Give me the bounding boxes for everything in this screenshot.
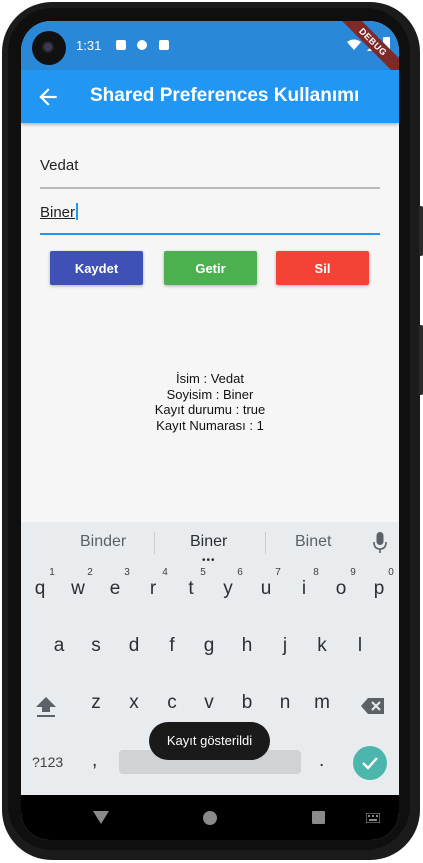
more-suggestions-icon[interactable]: ••• — [202, 555, 216, 566]
enter-key[interactable] — [353, 746, 387, 780]
notification-icon — [137, 40, 147, 50]
shift-icon[interactable] — [34, 694, 58, 718]
home-nav-icon[interactable] — [203, 811, 217, 825]
last-name-value: Biner — [40, 203, 79, 221]
key-hint: 1 — [49, 567, 55, 578]
key-hint: 4 — [162, 567, 168, 578]
key-i[interactable]: i — [290, 578, 318, 600]
first-name-value: Vedat — [40, 157, 79, 174]
key-hint: 8 — [313, 567, 319, 578]
info-record-status: Kayıt durumu : true — [154, 402, 266, 417]
key-k[interactable]: k — [308, 635, 336, 657]
key-a[interactable]: a — [45, 635, 73, 657]
toast-message: Kayıt gösterildi — [149, 722, 270, 760]
key-b[interactable]: b — [233, 692, 261, 714]
key-c[interactable]: c — [158, 692, 186, 714]
status-time: 1:31 — [76, 38, 102, 53]
symbols-key[interactable]: ?123 — [32, 754, 63, 770]
key-t[interactable]: t — [177, 578, 205, 600]
save-button[interactable]: Kaydet — [50, 251, 143, 285]
notification-icon — [116, 40, 126, 50]
key-hint: 7 — [275, 567, 281, 578]
volume-button — [419, 206, 423, 256]
sd-card-icon — [159, 40, 169, 50]
key-e[interactable]: e — [101, 578, 129, 600]
info-surname: Soyisim : Biner — [166, 386, 254, 402]
page-title: Shared Preferences Kullanımı — [90, 85, 360, 106]
key-d[interactable]: d — [120, 635, 148, 657]
key-g[interactable]: g — [195, 635, 223, 657]
power-button — [419, 325, 423, 395]
key-hint: 9 — [350, 567, 356, 578]
key-z[interactable]: z — [82, 692, 110, 714]
key-hint: 6 — [237, 567, 243, 578]
suggestion-item[interactable]: Binder — [80, 533, 126, 551]
key-p[interactable]: p — [365, 578, 393, 600]
key-m[interactable]: m — [308, 692, 336, 714]
back-nav-icon[interactable] — [93, 811, 109, 824]
text-cursor — [76, 203, 79, 220]
key-r[interactable]: r — [139, 578, 167, 600]
key-h[interactable]: h — [233, 635, 261, 657]
info-record-number: Kayıt Numarası : 1 — [156, 417, 264, 433]
key-f[interactable]: f — [158, 635, 186, 657]
last-name-field[interactable]: Biner — [40, 203, 380, 231]
comma-key[interactable]: , — [92, 750, 97, 772]
first-name-field[interactable]: Vedat — [40, 157, 380, 185]
suggestion-item[interactable]: Biner — [190, 533, 227, 551]
wifi-icon — [347, 39, 361, 50]
key-s[interactable]: s — [82, 635, 110, 657]
checkmark-icon — [362, 757, 378, 770]
key-v[interactable]: v — [195, 692, 223, 714]
system-navigation-bar — [21, 795, 399, 840]
key-l[interactable]: l — [346, 635, 374, 657]
suggestion-divider — [154, 532, 155, 554]
key-y[interactable]: y — [214, 578, 242, 600]
key-w[interactable]: w — [64, 578, 92, 600]
key-hint: 3 — [124, 567, 130, 578]
recents-nav-icon[interactable] — [312, 811, 325, 824]
period-key[interactable]: . — [319, 750, 324, 772]
key-q[interactable]: q — [26, 578, 54, 600]
app-bar: Shared Preferences Kullanımı — [21, 70, 399, 123]
key-hint: 5 — [200, 567, 206, 578]
keyboard-switch-icon[interactable] — [366, 813, 380, 823]
backspace-icon[interactable] — [361, 697, 385, 715]
key-u[interactable]: u — [252, 578, 280, 600]
info-name: İsim : Vedat — [176, 371, 244, 386]
get-button[interactable]: Getir — [164, 251, 257, 285]
first-name-underline — [40, 187, 380, 189]
suggestion-item[interactable]: Binet — [295, 533, 331, 551]
key-x[interactable]: x — [120, 692, 148, 714]
key-n[interactable]: n — [271, 692, 299, 714]
screen: 1:31 DEBUG Shared Preferences Kullanımı … — [21, 21, 399, 840]
microphone-icon[interactable] — [373, 531, 387, 555]
key-o[interactable]: o — [327, 578, 355, 600]
status-bar: 1:31 DEBUG — [21, 21, 399, 81]
key-hint: 0 — [388, 567, 394, 578]
suggestion-divider — [265, 532, 266, 554]
back-arrow-icon[interactable] — [35, 84, 61, 110]
last-name-underline — [40, 233, 380, 235]
key-hint: 2 — [87, 567, 93, 578]
front-camera — [32, 31, 66, 65]
delete-button[interactable]: Sil — [276, 251, 369, 285]
key-j[interactable]: j — [271, 635, 299, 657]
